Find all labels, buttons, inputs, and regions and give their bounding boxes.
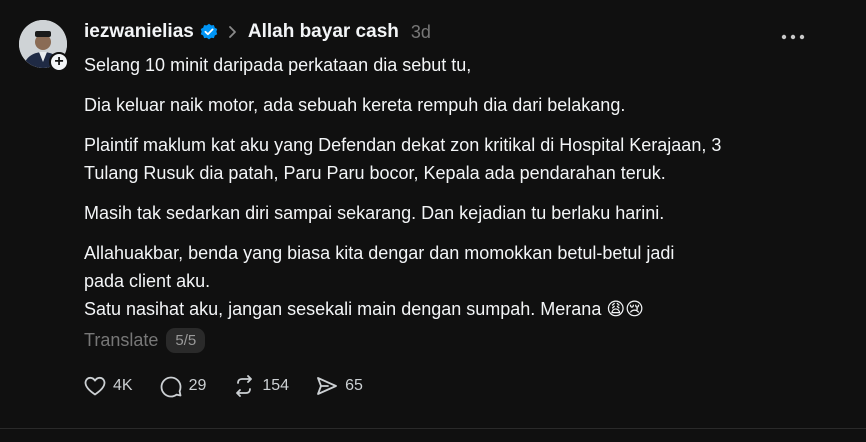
paragraph: Allahuakbar, benda yang biasa kita denga… <box>84 239 824 323</box>
action-bar: 4K 29 154 65 <box>83 374 389 398</box>
paragraph: Masih tak sedarkan diri sampai sekarang.… <box>84 199 824 227</box>
topic-tag-link[interactable]: Allah bayar cash <box>248 21 399 43</box>
translate-row: Translate 5/5 <box>84 328 206 353</box>
text-line: Masih tak sedarkan diri sampai sekarang.… <box>84 203 665 223</box>
thread-post: + iezwanielias Allah bayar cash 3d Selan… <box>0 0 866 442</box>
post-timestamp[interactable]: 3d <box>411 22 431 43</box>
text-line: Tulang Rusuk dia patah, Paru Paru bocor,… <box>84 163 666 183</box>
share-count: 65 <box>345 377 363 394</box>
text-line: Dia keluar naik motor, ada sebuah kereta… <box>84 95 626 115</box>
post-divider <box>0 428 866 429</box>
text-line: Selang 10 minit daripada perkataan dia s… <box>84 55 472 75</box>
post-header: iezwanielias Allah bayar cash 3d <box>84 18 431 46</box>
text-line: pada client aku. <box>84 271 211 291</box>
translate-button[interactable]: Translate <box>84 330 158 351</box>
post-body: Selang 10 minit daripada perkataan dia s… <box>84 51 824 335</box>
reply-count: 29 <box>188 377 207 394</box>
page-indicator-badge: 5/5 <box>166 328 206 353</box>
text-line: Plaintif maklum kat aku yang Defendan de… <box>84 135 722 155</box>
repost-count: 154 <box>262 377 290 394</box>
verified-badge-icon <box>200 23 218 41</box>
paragraph: Selang 10 minit daripada perkataan dia s… <box>84 51 824 79</box>
text-line: Satu nasihat aku, jangan sesekali main d… <box>84 299 644 319</box>
more-options-icon[interactable] <box>780 28 806 40</box>
reply-button[interactable]: 29 <box>159 374 207 398</box>
heart-icon <box>84 376 106 396</box>
chevron-right-icon <box>228 25 238 39</box>
text-line: Allahuakbar, benda yang biasa kita denga… <box>84 243 675 263</box>
paragraph: Dia keluar naik motor, ada sebuah kereta… <box>84 91 824 119</box>
username-link[interactable]: iezwanielias <box>84 21 194 43</box>
like-button[interactable]: 4K <box>83 374 133 398</box>
send-icon <box>317 377 337 395</box>
comment-bubble-icon <box>160 376 181 398</box>
repost-button[interactable]: 154 <box>232 374 289 398</box>
share-button[interactable]: 65 <box>315 374 363 398</box>
follow-plus-icon[interactable]: + <box>49 52 69 72</box>
paragraph: Plaintif maklum kat aku yang Defendan de… <box>84 131 824 187</box>
repost-icon <box>236 375 253 397</box>
avatar-container[interactable]: + <box>19 20 69 72</box>
like-count: 4K <box>113 377 133 394</box>
